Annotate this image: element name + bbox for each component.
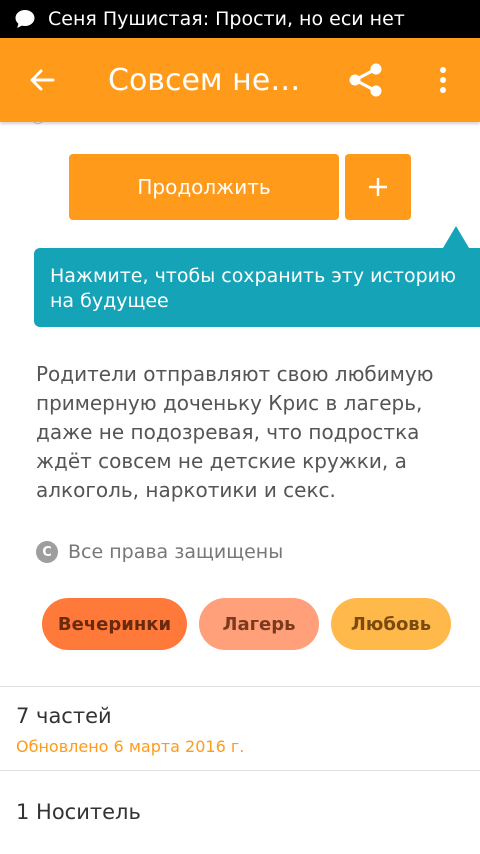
tag-camp[interactable]: Лагерь xyxy=(199,598,319,650)
story-description: Родители отправляют свою любимую примерн… xyxy=(36,362,434,502)
message-icon xyxy=(14,8,36,30)
continue-button[interactable]: Продолжить xyxy=(69,154,339,220)
tag-parties[interactable]: Вечеринки xyxy=(42,598,187,650)
notification-text: Сеня Пушистая: Прости, но еси нет xyxy=(48,8,405,30)
app-bar: Совсем не д... xyxy=(0,38,480,122)
media-count[interactable]: 1 Носитель xyxy=(16,800,141,824)
plus-icon xyxy=(369,178,387,196)
tooltip-arrow xyxy=(443,226,469,248)
tag-love[interactable]: Любовь xyxy=(331,598,451,650)
copyright-label: Все права защищены xyxy=(68,541,284,563)
copyright-row: C Все права защищены xyxy=(36,541,283,563)
page-title: Совсем не д... xyxy=(108,62,308,98)
copyright-icon: C xyxy=(36,541,58,563)
divider xyxy=(0,686,480,687)
parts-count[interactable]: 7 частей xyxy=(16,704,112,728)
arrow-left-icon[interactable] xyxy=(22,60,62,100)
share-icon[interactable] xyxy=(346,60,386,100)
status-bar: Сеня Пушистая: Прости, но еси нет xyxy=(0,0,480,38)
save-story-tooltip[interactable]: Нажмите, чтобы сохранить эту историю на … xyxy=(34,248,480,327)
updated-date: Обновлено 6 марта 2016 г. xyxy=(16,737,245,756)
divider xyxy=(0,770,480,771)
add-to-library-button[interactable] xyxy=(345,154,411,220)
more-vertical-icon[interactable] xyxy=(428,60,458,100)
